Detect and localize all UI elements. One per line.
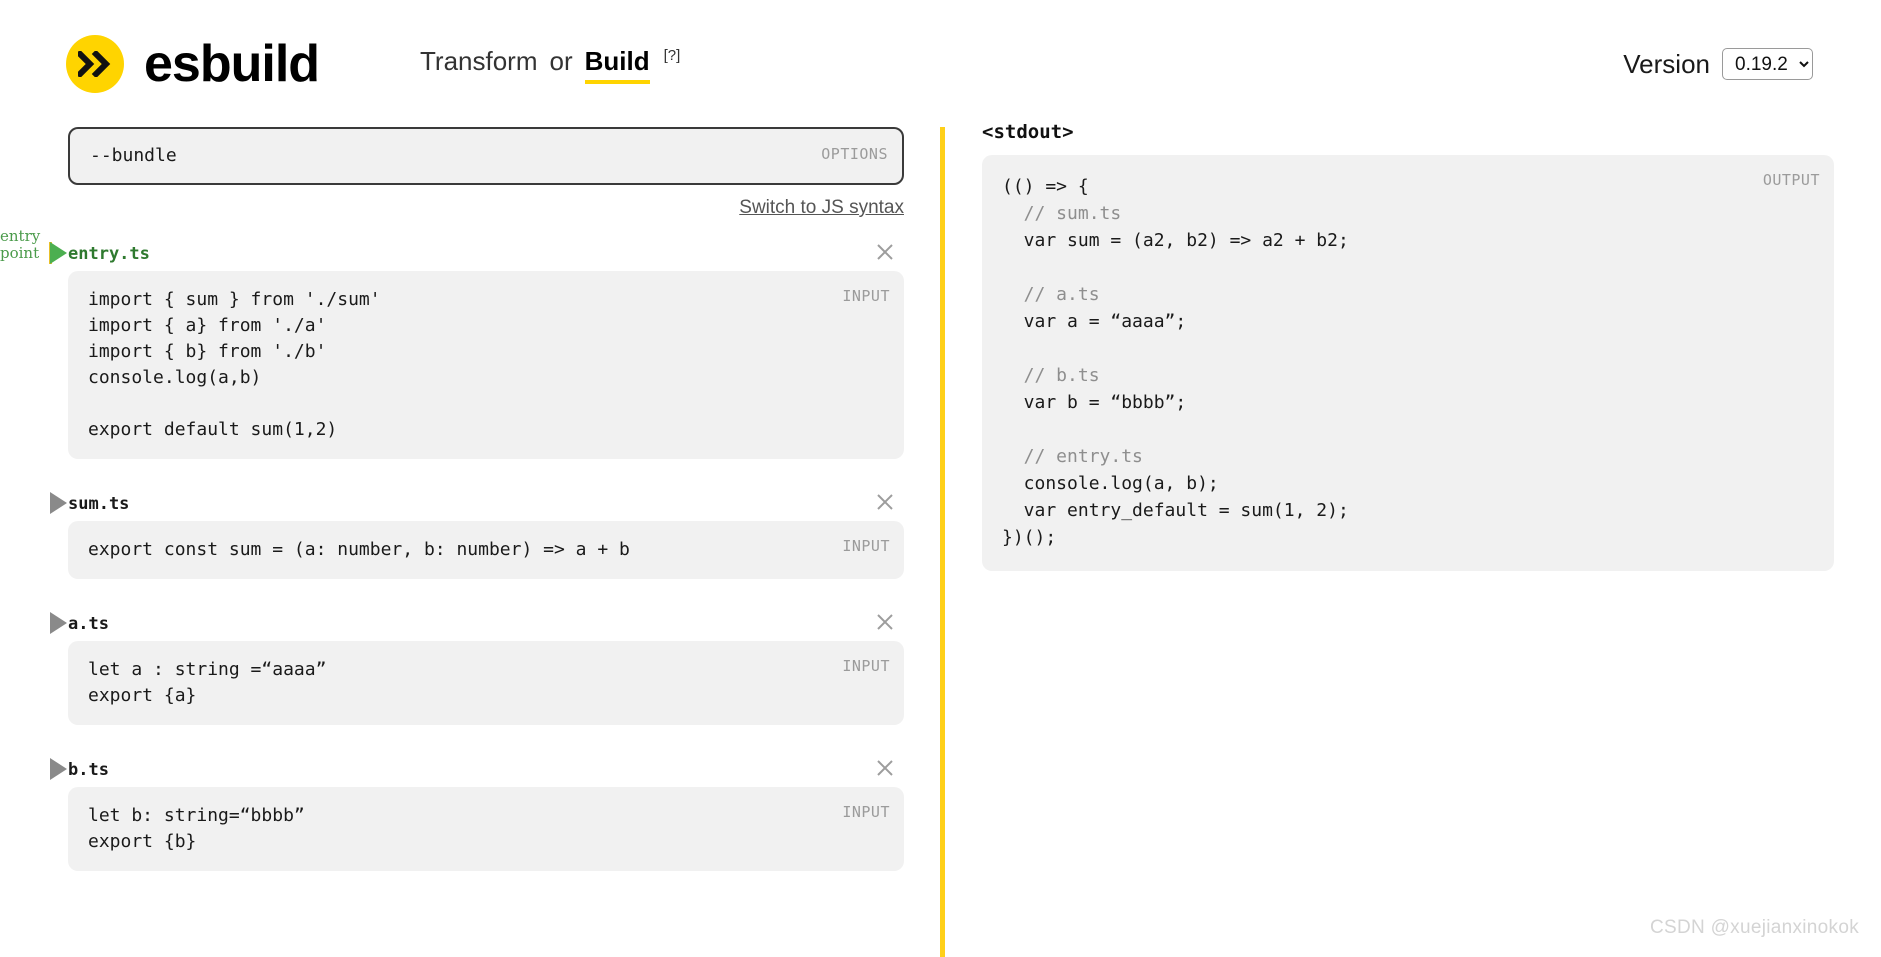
mode-conjunction: or	[549, 46, 573, 76]
options-value: --bundle	[90, 145, 177, 166]
version-picker: Version 0.19.2	[1623, 48, 1813, 80]
expand-triangle-icon[interactable]	[50, 492, 67, 514]
expand-triangle-icon[interactable]	[50, 758, 67, 780]
tab-transform[interactable]: Transform	[420, 46, 538, 77]
tab-build[interactable]: Build	[584, 46, 650, 84]
file-group-entry-ts: entry point entry.ts import { sum } from …	[0, 228, 930, 459]
input-panel: --bundle OPTIONS Switch to JS syntax ent…	[0, 127, 930, 957]
watermark: CSDN @xuejianxinokok	[1649, 917, 1859, 938]
panel-divider	[940, 127, 945, 957]
version-select[interactable]: 0.19.2	[1722, 48, 1813, 80]
output-line: // b.ts	[1002, 365, 1100, 386]
mode-switcher: Transform or Build [?]	[420, 46, 680, 84]
output-lines: (() => { // sum.ts var sum = (a2, b2) =>…	[1002, 173, 1814, 551]
brand-name: esbuild	[144, 35, 320, 93]
file-name: entry.ts	[68, 244, 150, 264]
code-block[interactable]: export const sum = (a: number, b: number…	[68, 521, 904, 579]
stdout-title: <stdout>	[982, 121, 1074, 143]
esbuild-playground-page: esbuild Transform or Build [?] Version 0…	[0, 0, 1881, 957]
close-icon[interactable]	[872, 239, 898, 265]
options-input[interactable]: --bundle OPTIONS	[68, 127, 904, 185]
close-icon[interactable]	[872, 755, 898, 781]
brand-logo[interactable]: esbuild	[66, 35, 320, 93]
expand-triangle-icon[interactable]	[50, 242, 67, 264]
file-header: a.ts	[50, 607, 904, 641]
output-panel: <stdout> (() => { // sum.ts var sum = (a…	[982, 121, 1862, 957]
output-code-block[interactable]: (() => { // sum.ts var sum = (a2, b2) =>…	[982, 155, 1834, 571]
help-link[interactable]: [?]	[664, 47, 681, 64]
code-text: import { sum } from './sum' import { a} …	[88, 289, 381, 440]
code-block[interactable]: import { sum } from './sum' import { a} …	[68, 271, 904, 459]
entry-point-tag: entry point	[0, 227, 41, 262]
switch-syntax-row: Switch to JS syntax	[68, 197, 904, 219]
file-header: b.ts	[50, 753, 904, 787]
close-icon[interactable]	[872, 609, 898, 635]
code-block[interactable]: let b: string=“bbbb” export {b} INPUT	[68, 787, 904, 871]
switch-to-js-syntax-link[interactable]: Switch to JS syntax	[739, 197, 904, 218]
output-line: var entry_default = sum(1, 2);	[1002, 500, 1349, 521]
output-line: // entry.ts	[1002, 446, 1143, 467]
output-line: var b = “bbbb”;	[1002, 392, 1187, 413]
file-group-b-ts: b.ts let b: string=“bbbb” export {b} INP…	[0, 753, 930, 871]
file-header: sum.ts	[50, 487, 904, 521]
output-line: (() => {	[1002, 176, 1089, 197]
expand-triangle-icon[interactable]	[50, 612, 67, 634]
close-icon[interactable]	[872, 489, 898, 515]
version-label: Version	[1623, 48, 1710, 79]
output-line: // a.ts	[1002, 284, 1100, 305]
code-text: let a : string =“aaaa” export {a}	[88, 659, 327, 706]
code-text: let b: string=“bbbb” export {b}	[88, 805, 305, 852]
file-group-a-ts: a.ts let a : string =“aaaa” export {a} I…	[0, 607, 930, 725]
output-line: console.log(a, b);	[1002, 473, 1219, 494]
output-line: // sum.ts	[1002, 203, 1122, 224]
file-header: entry point entry.ts	[0, 228, 904, 271]
code-block[interactable]: let a : string =“aaaa” export {a} INPUT	[68, 641, 904, 725]
file-name: sum.ts	[68, 494, 130, 514]
file-group-sum-ts: sum.ts export const sum = (a: number, b:…	[0, 487, 930, 579]
output-line: var a = “aaaa”;	[1002, 311, 1187, 332]
file-name: b.ts	[68, 760, 109, 780]
file-name: a.ts	[68, 614, 109, 634]
app-header: esbuild Transform or Build [?] Version 0…	[0, 0, 1881, 112]
output-line: })();	[1002, 527, 1057, 548]
double-chevron-icon	[66, 35, 124, 93]
output-line: var sum = (a2, b2) => a2 + b2;	[1002, 230, 1349, 251]
code-text: export const sum = (a: number, b: number…	[88, 539, 630, 560]
